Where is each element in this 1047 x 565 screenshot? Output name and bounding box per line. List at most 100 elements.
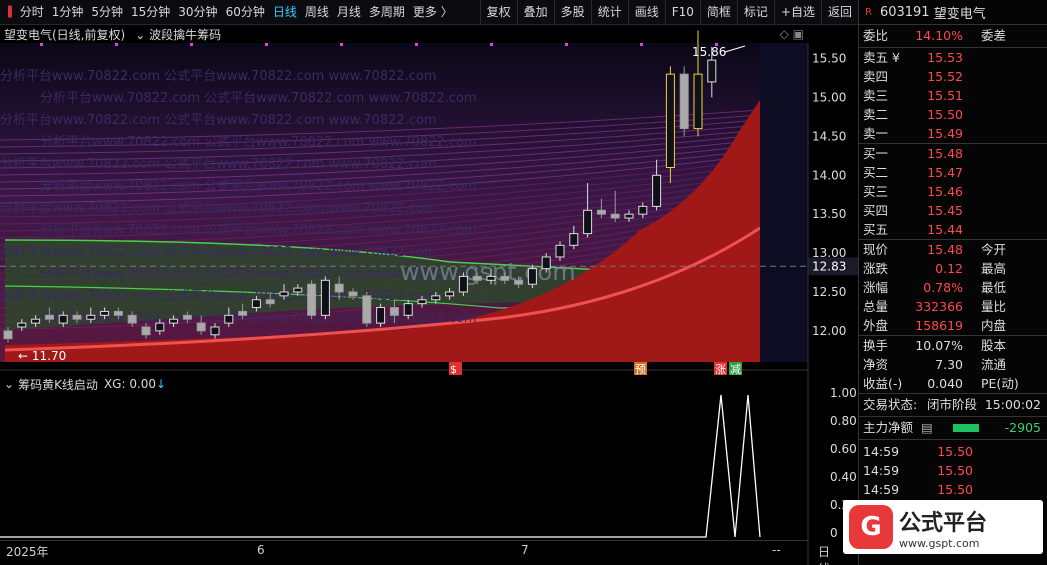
bg-watermark-text: 分析平台www.70822.com 公式平台www.70822.com www.… <box>40 135 477 150</box>
candle-body <box>472 275 482 281</box>
row-value: 15.48 <box>927 242 963 257</box>
row-label: 换手 <box>863 338 889 353</box>
xg-value: XG: 0.00 <box>103 377 157 391</box>
candle-body <box>31 318 41 324</box>
chevron-down-icon: ⌄ <box>135 27 150 42</box>
row-label-2: 股本 <box>981 338 1007 353</box>
candle-body <box>596 209 606 215</box>
row-value: 15.44 <box>927 222 963 237</box>
period-label: 日线 <box>818 545 831 565</box>
kline-chart[interactable]: 分析平台www.70822.com 公式平台www.70822.com www.… <box>0 0 858 565</box>
row-label: 总量 <box>863 299 889 314</box>
top-marker <box>415 43 418 46</box>
candle-body <box>514 279 524 285</box>
quote-row: 卖三 15.51 <box>859 86 1047 105</box>
candle-body <box>17 322 27 328</box>
row-value: 7.30 <box>935 357 963 372</box>
tick-row: 14:59 15.50 <box>859 442 1047 461</box>
price-tick: 14.50 <box>812 129 846 143</box>
date-axis: 2025年 6 7 -- 日线 <box>0 540 830 565</box>
bg-watermark-text: 分析平台www.70822.com 公式平台www.70822.com www.… <box>40 91 477 106</box>
candle-body <box>334 283 344 293</box>
candle-body <box>638 205 648 215</box>
row-label: 现价 <box>863 242 889 257</box>
price-tick: 12.50 <box>812 285 846 299</box>
xg-signal-line <box>0 394 761 538</box>
chart-title-bar: 望变电气(日线,前复权) ⌄ 波段擒牛筹码 ◇ ▣ <box>0 25 808 43</box>
row-label: 涨幅 <box>863 280 889 295</box>
candle-body <box>251 299 261 309</box>
sub-indicator-name[interactable]: 筹码黄K线启动 <box>18 376 98 393</box>
sub-axis-tick: 1.00 <box>830 386 857 400</box>
price-tick: 15.00 <box>812 90 846 104</box>
row-value: 10.07% <box>915 338 963 353</box>
candle-body <box>417 299 427 305</box>
sub-axis-tick: 0.40 <box>830 470 857 484</box>
candle-body <box>348 291 358 297</box>
brand-logo-icon: G <box>849 505 893 549</box>
indicator-name[interactable]: ⌄ 波段擒牛筹码 <box>135 26 221 43</box>
candle-body <box>265 299 275 305</box>
bg-watermark-text: 分析平台www.70822.com 公式平台www.70822.com www.… <box>0 201 437 216</box>
weibi-label: 委比 <box>863 28 889 43</box>
sub-axis-tick: 0.60 <box>830 442 857 456</box>
top-marker <box>340 43 343 46</box>
table-icon: ▤ <box>921 420 933 435</box>
top-marker <box>565 43 568 46</box>
row-value: 332366 <box>915 299 963 314</box>
month-6-label: 6 <box>257 543 265 557</box>
weibi-row: 委比 14.10% 委差 <box>859 25 1047 47</box>
quote-row: 卖五 ¥ 15.53 <box>859 48 1047 67</box>
low-price-label: ← 11.70 <box>18 349 66 363</box>
current-price-label: 12.83 <box>812 259 846 273</box>
main-net-row[interactable]: 主力净额 ▤ -2905 <box>859 417 1047 439</box>
row-value: 15.50 <box>927 107 963 122</box>
quote-row: 涨幅 0.78% 最低 <box>859 278 1047 297</box>
candle-body <box>693 73 703 130</box>
quote-row: 买四 15.45 <box>859 201 1047 220</box>
bg-watermark-text: 分析平台www.70822.com 公式平台www.70822.com www.… <box>0 157 437 172</box>
sub-axis-tick: 0.80 <box>830 414 857 428</box>
row-label: 卖五 ¥ <box>863 50 900 65</box>
quote-row: 买二 15.47 <box>859 163 1047 182</box>
candle-body <box>527 268 537 285</box>
sub-axis-tick: 0 <box>830 526 838 540</box>
window-controls[interactable]: ◇ ▣ <box>780 27 808 41</box>
tick-price: 15.50 <box>937 463 973 478</box>
candle-body <box>665 73 675 168</box>
candle-body <box>362 295 372 324</box>
row-label: 买三 <box>863 184 889 199</box>
row-label: 净资 <box>863 357 889 372</box>
price-tick: 15.50 <box>812 52 846 66</box>
stats-block-2: 换手 10.07% 股本 净资 7.30 流通 收益(-) 0.040 PE(动) <box>859 336 1047 394</box>
quote-row: 买五 15.44 <box>859 220 1047 239</box>
top-marker <box>190 43 193 46</box>
tick-row: 14:59 15.50 <box>859 480 1047 499</box>
candle-body <box>583 209 593 235</box>
quote-row: 卖四 15.52 <box>859 67 1047 86</box>
quote-row: 净资 7.30 流通 <box>859 355 1047 374</box>
brand-url: www.gspt.com <box>899 536 980 550</box>
bg-watermark-text: 分析平台www.70822.com 公式平台www.70822.com www.… <box>40 179 477 194</box>
row-label-2: 流通 <box>981 357 1007 372</box>
top-marker <box>715 43 718 46</box>
tick-time: 14:59 <box>863 463 900 478</box>
tick-list: 14:59 15.50 14:59 15.50 14:59 15.50 <box>859 440 1047 499</box>
candle-body <box>307 283 317 316</box>
row-label: 卖三 <box>863 88 889 103</box>
candle-body <box>707 59 717 83</box>
future-area <box>760 43 808 362</box>
row-value: 15.47 <box>927 165 963 180</box>
chevron-down-icon[interactable]: ⌄ <box>0 377 18 391</box>
top-marker <box>640 43 643 46</box>
stock-header: R 603191 望变电气 <box>859 0 1047 25</box>
row-value: 15.46 <box>927 184 963 199</box>
candle-body <box>376 307 386 324</box>
candle-body <box>279 291 289 297</box>
row-value: 15.45 <box>927 203 963 218</box>
row-label: 买一 <box>863 146 889 161</box>
quote-row: 买三 15.46 <box>859 182 1047 201</box>
candle-body <box>58 314 68 324</box>
brand-watermark: G 公式平台 www.gspt.com <box>843 500 1043 554</box>
price-tick: 12.00 <box>812 324 846 338</box>
